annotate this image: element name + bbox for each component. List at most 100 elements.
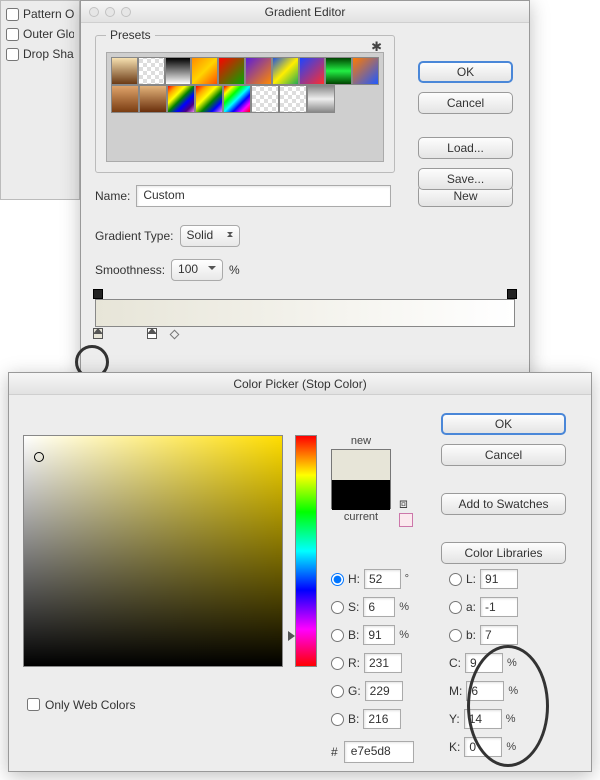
cancel-button[interactable]: Cancel	[441, 444, 566, 466]
cmyk-k-field[interactable]: K:0%	[449, 737, 527, 757]
preset-swatch[interactable]	[299, 57, 326, 85]
new-color-swatch[interactable]	[332, 450, 390, 480]
l-input[interactable]: 91	[480, 569, 518, 589]
websafe-warning-swatch[interactable]	[399, 513, 413, 527]
cmyk-c-field[interactable]: C:9%	[449, 653, 527, 673]
hex-field[interactable]: # e7e5d8	[331, 741, 414, 763]
outer-glow-checkbox[interactable]	[6, 28, 19, 41]
drop-shadow-option[interactable]: Drop Shadow	[6, 47, 74, 61]
minimize-icon[interactable]	[105, 7, 115, 17]
color-stop-right[interactable]	[147, 328, 157, 339]
gradient-name-input[interactable]: Custom	[136, 185, 391, 207]
lab-l-field[interactable]: L:91	[449, 569, 527, 589]
preset-swatch[interactable]	[139, 85, 167, 113]
zoom-icon[interactable]	[121, 7, 131, 17]
lab-a-field[interactable]: a:-1	[449, 597, 527, 617]
hue-pointer[interactable]	[288, 631, 300, 641]
a-input[interactable]: -1	[480, 597, 518, 617]
preset-swatch[interactable]	[272, 57, 299, 85]
only-web-colors-option[interactable]: Only Web Colors	[23, 695, 135, 714]
color-picker-titlebar[interactable]: Color Picker (Stop Color)	[9, 373, 591, 395]
k-input[interactable]: 0	[464, 737, 502, 757]
hsb-h-field[interactable]: H:52°	[331, 569, 409, 589]
rgbb-radio[interactable]	[331, 713, 344, 726]
color-compare-box[interactable]	[331, 449, 391, 509]
hsb-b-field[interactable]: B:91%	[331, 625, 409, 645]
rgb-g-field[interactable]: G:229	[331, 681, 409, 701]
hsb-s-field[interactable]: S:6%	[331, 597, 409, 617]
gradient-preview[interactable]	[95, 299, 515, 327]
presets-label: Presets	[106, 28, 155, 42]
h-radio[interactable]	[331, 573, 344, 586]
saturation-value-field[interactable]	[23, 435, 283, 667]
rgb-b-field[interactable]: B:216	[331, 709, 409, 729]
labb-input[interactable]: 7	[480, 625, 518, 645]
y-input[interactable]: 14	[464, 709, 502, 729]
gradient-type-select[interactable]: Solid	[180, 225, 240, 247]
smoothness-select[interactable]: 100	[171, 259, 223, 281]
preset-swatch[interactable]	[223, 85, 251, 113]
s-radio[interactable]	[331, 601, 344, 614]
only-web-colors-checkbox[interactable]	[27, 698, 40, 711]
bb-radio[interactable]	[331, 629, 344, 642]
preset-swatch[interactable]	[165, 57, 192, 85]
gamut-warning-icon[interactable]: ⧈	[399, 495, 413, 509]
preset-swatch[interactable]	[111, 85, 139, 113]
preset-swatch[interactable]	[111, 57, 138, 85]
h-input[interactable]: 52	[364, 569, 401, 589]
cancel-button[interactable]: Cancel	[418, 92, 513, 114]
l-radio[interactable]	[449, 573, 462, 586]
presets-grid[interactable]	[106, 52, 384, 162]
labb-radio[interactable]	[449, 629, 462, 642]
lab-b-field[interactable]: b:7	[449, 625, 527, 645]
bb-input[interactable]: 91	[363, 625, 395, 645]
pattern-overlay-option[interactable]: Pattern Over	[6, 7, 74, 21]
preset-swatch[interactable]	[218, 57, 245, 85]
a-radio[interactable]	[449, 601, 462, 614]
color-libraries-button[interactable]: Color Libraries	[441, 542, 566, 564]
close-icon[interactable]	[89, 7, 99, 17]
preset-swatch[interactable]	[325, 57, 352, 85]
add-to-swatches-button[interactable]: Add to Swatches	[441, 493, 566, 515]
window-controls[interactable]	[89, 7, 131, 17]
rgb-r-field[interactable]: R:231	[331, 653, 409, 673]
ok-button[interactable]: OK	[418, 61, 513, 83]
preset-swatch[interactable]	[195, 85, 223, 113]
pattern-overlay-checkbox[interactable]	[6, 8, 19, 21]
rgbb-input[interactable]: 216	[363, 709, 401, 729]
opacity-stop-right[interactable]	[507, 289, 517, 299]
cmyk-m-field[interactable]: M:6%	[449, 681, 527, 701]
preset-swatch[interactable]	[191, 57, 218, 85]
presets-menu-icon[interactable]: ✱	[371, 39, 382, 55]
current-color-swatch[interactable]	[332, 480, 390, 510]
opacity-stop-left[interactable]	[93, 289, 103, 299]
save-button[interactable]: Save...	[418, 168, 513, 190]
color-stop-left[interactable]	[93, 328, 103, 339]
g-input[interactable]: 229	[365, 681, 403, 701]
gradient-editor-titlebar[interactable]: Gradient Editor	[81, 1, 529, 23]
c-input[interactable]: 9	[465, 653, 503, 673]
r-radio[interactable]	[331, 657, 344, 670]
hex-input[interactable]: e7e5d8	[344, 741, 414, 763]
cmyk-y-field[interactable]: Y:14%	[449, 709, 527, 729]
midpoint-handle[interactable]	[169, 330, 179, 340]
load-button[interactable]: Load...	[418, 137, 513, 159]
presets-group: Presets ✱	[95, 35, 395, 173]
r-input[interactable]: 231	[364, 653, 402, 673]
preset-swatch[interactable]	[352, 57, 379, 85]
m-input[interactable]: 6	[466, 681, 504, 701]
g-radio[interactable]	[331, 685, 344, 698]
preset-swatch[interactable]	[245, 57, 272, 85]
ok-button[interactable]: OK	[441, 413, 566, 435]
preset-swatch[interactable]	[279, 85, 307, 113]
outer-glow-option[interactable]: Outer Glow	[6, 27, 74, 41]
sv-cursor[interactable]	[34, 452, 44, 462]
preset-swatch[interactable]	[167, 85, 195, 113]
s-input[interactable]: 6	[363, 597, 395, 617]
preset-swatch[interactable]	[251, 85, 279, 113]
preset-swatch[interactable]	[138, 57, 165, 85]
preset-swatch[interactable]	[307, 85, 335, 113]
hue-slider[interactable]	[295, 435, 317, 667]
drop-shadow-checkbox[interactable]	[6, 48, 19, 61]
gradient-bar[interactable]	[95, 299, 515, 327]
